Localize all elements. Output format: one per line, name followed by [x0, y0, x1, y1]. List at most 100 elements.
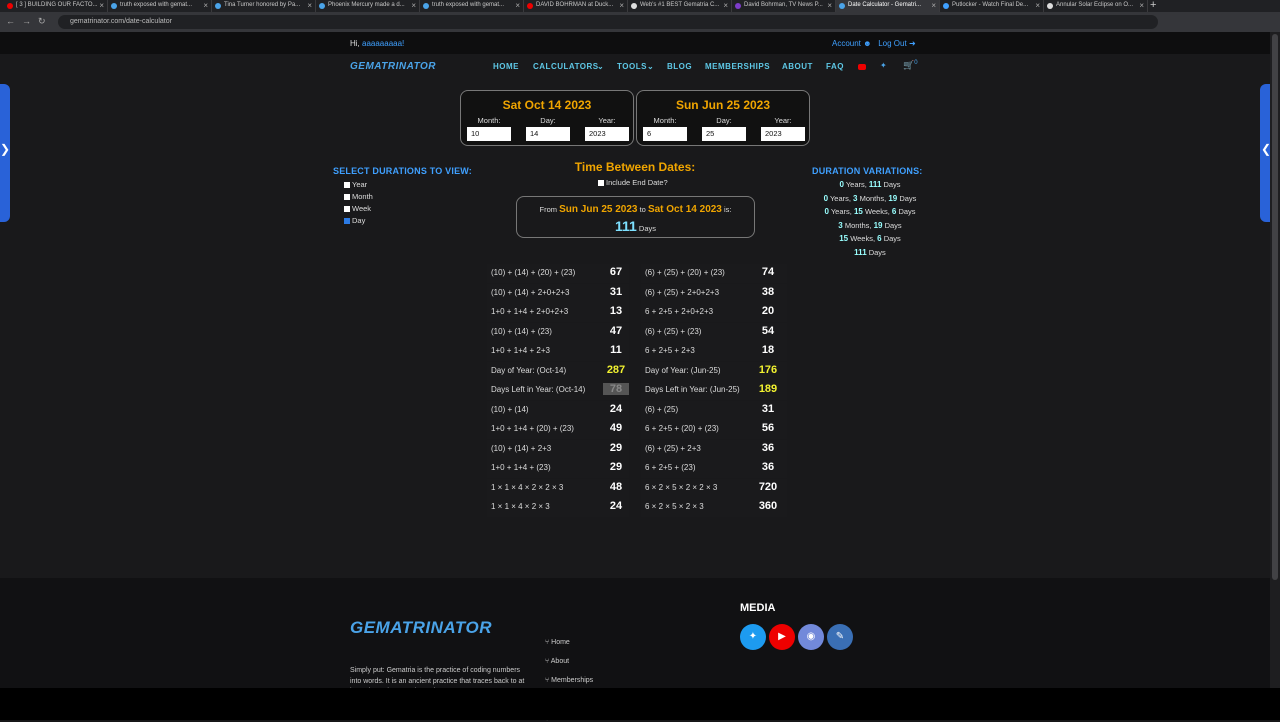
duration-option-month[interactable]: Month — [344, 192, 373, 201]
nav-item-calculators[interactable]: CALCULATORS — [533, 62, 599, 71]
calc-value[interactable]: 49 — [603, 422, 629, 434]
calc-value[interactable]: 54 — [755, 325, 781, 337]
close-icon[interactable]: × — [515, 0, 520, 11]
browser-tab[interactable]: Putlocker - Watch Final De... × — [940, 0, 1044, 12]
browser-tab[interactable]: Date Calculator - Gematri... × — [836, 0, 940, 12]
calc-value[interactable]: 78 — [603, 383, 629, 395]
browser-tab[interactable]: truth exposed with gemat... × — [108, 0, 212, 12]
nav-item-tools[interactable]: TOOLS — [617, 62, 647, 71]
time-between-title: Time Between Dates: — [574, 160, 696, 174]
calc-value[interactable]: 48 — [603, 481, 629, 493]
close-icon[interactable]: × — [619, 0, 624, 11]
new-tab-icon[interactable]: + — [1150, 0, 1156, 11]
url-field[interactable]: gematrinator.com/date-calculator — [58, 15, 1158, 29]
calc-value[interactable]: 56 — [755, 422, 781, 434]
calc-value[interactable]: 24 — [603, 403, 629, 415]
calc-value[interactable]: 47 — [603, 325, 629, 337]
calc-value[interactable]: 11 — [603, 344, 629, 356]
account-link[interactable]: Account — [832, 39, 861, 48]
back-icon[interactable]: ← — [6, 16, 15, 26]
footer-link-memberships[interactable]: ⑂ Memberships — [545, 677, 593, 684]
date-1-month-input[interactable]: 10 — [467, 127, 511, 141]
discord-icon[interactable]: ◉ — [798, 624, 824, 650]
footer-link-home[interactable]: ⑂ Home — [545, 639, 570, 646]
reload-icon[interactable]: ↻ — [38, 16, 46, 27]
forward-icon[interactable]: → — [22, 16, 31, 26]
nav-item-about[interactable]: ABOUT — [782, 62, 813, 71]
youtube-icon[interactable] — [858, 64, 866, 70]
left-side-tab[interactable]: ❯ — [0, 84, 10, 222]
calc-value[interactable]: 287 — [603, 364, 629, 376]
calc-value[interactable]: 74 — [755, 266, 781, 278]
browser-tab[interactable]: Tina Turner honored by Pa... × — [212, 0, 316, 12]
youtube-icon[interactable]: ▶ — [769, 624, 795, 650]
browser-tab[interactable]: [ 3 ] BUILDING OUR FACTO... × — [4, 0, 108, 12]
close-icon[interactable]: × — [411, 0, 416, 11]
chevron-down-icon[interactable]: ⌄ — [597, 62, 604, 71]
date-2-month-input[interactable]: 6 — [643, 127, 687, 141]
calc-value[interactable]: 38 — [755, 286, 781, 298]
browser-tab[interactable]: DAVID BOHRMAN at Duck... × — [524, 0, 628, 12]
calc-value[interactable]: 31 — [755, 403, 781, 415]
date-2-day-input[interactable]: 25 — [702, 127, 746, 141]
calc-value[interactable]: 176 — [755, 364, 781, 376]
nav-item-blog[interactable]: BLOG — [667, 62, 692, 71]
twitter-icon[interactable]: ✦ — [740, 624, 766, 650]
close-icon[interactable]: × — [827, 0, 832, 11]
close-icon[interactable]: × — [99, 0, 104, 11]
logout-link[interactable]: Log Out — [878, 39, 906, 48]
calc-value[interactable]: 36 — [755, 442, 781, 454]
checkbox-box[interactable] — [344, 194, 350, 201]
nav-item-home[interactable]: HOME — [493, 62, 519, 71]
calc-value[interactable]: 360 — [755, 500, 781, 512]
checkbox-box[interactable] — [598, 180, 604, 187]
calc-value[interactable]: 189 — [755, 383, 781, 395]
twitter-icon[interactable]: ✦ — [880, 61, 887, 70]
right-side-tab[interactable]: ❮ — [1260, 84, 1271, 222]
checkbox-box[interactable] — [344, 206, 350, 213]
username-link[interactable]: aaaaaaaaa! — [362, 39, 404, 48]
duration-option-day[interactable]: Day — [344, 216, 365, 225]
footer-link-about[interactable]: ⑂ About — [545, 658, 569, 665]
calc-value[interactable]: 29 — [603, 442, 629, 454]
date-1-day-input[interactable]: 14 — [526, 127, 570, 141]
edit-icon[interactable]: ✎ — [827, 624, 853, 650]
calc-formula: (6) + (25) + (20) + (23) — [645, 268, 725, 277]
close-icon[interactable]: × — [931, 0, 936, 11]
close-icon[interactable]: × — [1035, 0, 1040, 11]
nav-item-memberships[interactable]: MEMBERSHIPS — [705, 62, 770, 71]
calc-value[interactable]: 13 — [603, 305, 629, 317]
chevron-down-icon[interactable]: ⌄ — [647, 62, 654, 71]
browser-tab[interactable]: David Bohrman, TV News P... × — [732, 0, 836, 12]
calc-value[interactable]: 29 — [603, 461, 629, 473]
nav-item-faq[interactable]: FAQ — [826, 62, 844, 71]
date-2-year-input[interactable]: 2023 — [761, 127, 805, 141]
browser-tab[interactable]: truth exposed with gemat... × — [420, 0, 524, 12]
calc-value[interactable]: 31 — [603, 286, 629, 298]
browser-tab[interactable]: Annular Solar Eclipse on O... × — [1044, 0, 1148, 12]
duration-option-week[interactable]: Week — [344, 204, 371, 213]
close-icon[interactable]: × — [307, 0, 312, 11]
include-end-checkbox[interactable]: Include End Date? — [598, 178, 668, 187]
calc-value[interactable]: 20 — [755, 305, 781, 317]
calc-value[interactable]: 720 — [755, 481, 781, 493]
duration-option-year[interactable]: Year — [344, 180, 367, 189]
calc-value[interactable]: 24 — [603, 500, 629, 512]
cart-icon[interactable]: 🛒0 — [903, 60, 918, 71]
variation-line: 3 Months, 19 Days — [800, 221, 940, 230]
browser-tab[interactable]: Phoenix Mercury made a d... × — [316, 0, 420, 12]
site-logo[interactable]: GEMATRINATOR — [350, 61, 436, 72]
footer-logo[interactable]: GEMATRINATOR — [350, 618, 492, 638]
close-icon[interactable]: × — [1139, 0, 1144, 11]
calc-value[interactable]: 67 — [603, 266, 629, 278]
calc-value[interactable]: 18 — [755, 344, 781, 356]
browser-tab[interactable]: Web's #1 BEST Gematria C... × — [628, 0, 732, 12]
date-1-year-input[interactable]: 2023 — [585, 127, 629, 141]
close-icon[interactable]: × — [723, 0, 728, 11]
calc-value[interactable]: 36 — [755, 461, 781, 473]
calc-formula: 1 × 1 × 4 × 2 × 2 × 3 — [491, 482, 564, 492]
checkbox-box[interactable] — [344, 218, 350, 225]
scrollbar-thumb[interactable] — [1272, 34, 1278, 580]
close-icon[interactable]: × — [203, 0, 208, 11]
checkbox-box[interactable] — [344, 182, 350, 189]
